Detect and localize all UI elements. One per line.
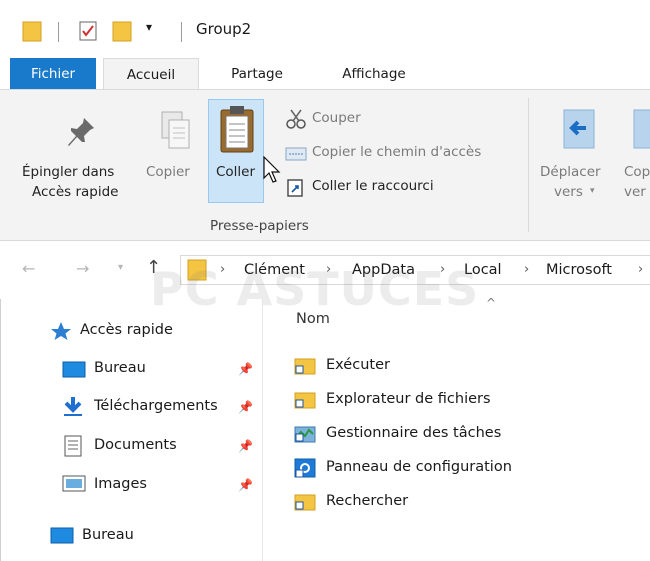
tab-share[interactable]: Partage bbox=[214, 58, 300, 90]
toolbar-separator bbox=[58, 22, 59, 42]
file-item[interactable]: Gestionnaire des tâches bbox=[326, 425, 501, 441]
paste-label: Coller bbox=[216, 164, 256, 180]
star-icon bbox=[51, 322, 71, 340]
copy-to-icon bbox=[633, 109, 650, 149]
pin-label-line1: Épingler dans bbox=[22, 164, 115, 180]
pinned-icon: 📌 bbox=[238, 362, 253, 376]
task-manager-icon bbox=[294, 426, 316, 443]
control-panel-icon bbox=[294, 458, 316, 478]
paste-clipboard-icon bbox=[220, 106, 254, 153]
tab-view[interactable]: Affichage bbox=[324, 58, 424, 90]
copy-path-button[interactable]: Copier le chemin d'accès bbox=[312, 144, 481, 160]
breadcrumb-microsoft[interactable]: Microsoft bbox=[546, 262, 612, 278]
copy-to-button[interactable]: Cop bbox=[624, 164, 650, 180]
shortcut-folder-icon bbox=[294, 358, 316, 375]
pin-to-quick-access-button[interactable]: Épingler dans Accès rapide bbox=[0, 90, 142, 210]
forward-arrow-icon[interactable]: → bbox=[76, 259, 89, 278]
ribbon: Épingler dans Accès rapide Copier Coller… bbox=[0, 89, 650, 241]
download-arrow-icon bbox=[64, 397, 82, 416]
breadcrumb-chevron-icon[interactable]: › bbox=[524, 262, 529, 277]
folder-icon[interactable] bbox=[22, 20, 42, 42]
window-border bbox=[0, 299, 9, 561]
documents-icon bbox=[64, 435, 82, 457]
copy-button[interactable]: Copier bbox=[146, 164, 190, 180]
mouse-cursor-icon bbox=[263, 156, 281, 183]
sort-ascending-icon: ^ bbox=[486, 296, 497, 310]
group-separator bbox=[528, 98, 529, 232]
pinned-icon: 📌 bbox=[238, 478, 253, 492]
toolbar-separator bbox=[181, 22, 182, 42]
nav-item-telechargements[interactable]: Téléchargements bbox=[94, 398, 234, 414]
customize-toolbar-icon[interactable]: ▾ bbox=[146, 20, 152, 34]
move-to-label-line2: vers bbox=[554, 184, 583, 200]
ribbon-tabs: Fichier Accueil Partage Affichage bbox=[0, 58, 650, 91]
nav-item-documents[interactable]: Documents bbox=[94, 437, 177, 453]
copy-icon bbox=[161, 111, 190, 149]
file-item[interactable]: Explorateur de fichiers bbox=[326, 391, 491, 407]
new-folder-icon[interactable] bbox=[112, 20, 132, 42]
desktop-icon bbox=[50, 527, 74, 544]
scissors-icon bbox=[286, 109, 306, 129]
copy-to-label-line2: ver bbox=[624, 184, 646, 200]
pinned-icon: 📌 bbox=[238, 439, 253, 453]
paste-shortcut-icon bbox=[287, 179, 303, 197]
tab-home[interactable]: Accueil bbox=[103, 58, 199, 91]
column-header-name[interactable]: Nom bbox=[296, 311, 330, 327]
nav-item-bureau[interactable]: Bureau bbox=[94, 360, 146, 376]
navigation-pane: Accès rapide Bureau 📌 Téléchargements 📌 … bbox=[0, 299, 262, 561]
clipboard-group-label: Presse-papiers bbox=[210, 218, 309, 234]
desktop-icon bbox=[62, 361, 86, 378]
move-to-icon bbox=[563, 109, 595, 149]
title-bar: ▾ Group2 bbox=[0, 0, 650, 58]
window-title: Group2 bbox=[196, 20, 252, 38]
nav-item-images[interactable]: Images bbox=[94, 476, 147, 492]
back-arrow-icon[interactable]: ← bbox=[22, 259, 35, 278]
images-icon bbox=[62, 475, 86, 492]
dropdown-arrow-icon: ▾ bbox=[590, 186, 595, 196]
file-item[interactable]: Exécuter bbox=[326, 357, 390, 373]
properties-icon[interactable] bbox=[78, 20, 98, 42]
file-item[interactable]: Panneau de configuration bbox=[326, 459, 512, 475]
move-to-button[interactable]: Déplacer bbox=[540, 164, 601, 180]
copy-path-icon bbox=[285, 147, 307, 161]
paste-shortcut-button[interactable]: Coller le raccourci bbox=[312, 178, 434, 194]
file-item[interactable]: Rechercher bbox=[326, 493, 408, 509]
tab-file[interactable]: Fichier bbox=[10, 58, 96, 90]
nav-item-bureau[interactable]: Bureau bbox=[82, 527, 134, 543]
pin-label-line2: Accès rapide bbox=[32, 184, 119, 200]
cut-button[interactable]: Couper bbox=[312, 110, 361, 126]
shortcut-folder-icon bbox=[294, 392, 316, 409]
nav-quick-access[interactable]: Accès rapide bbox=[80, 322, 173, 338]
shortcut-folder-icon bbox=[294, 494, 316, 511]
breadcrumb-chevron-icon[interactable]: › bbox=[638, 262, 643, 277]
pinned-icon: 📌 bbox=[238, 400, 253, 414]
pane-divider bbox=[262, 299, 263, 561]
recent-locations-icon[interactable]: ▾ bbox=[118, 262, 123, 273]
